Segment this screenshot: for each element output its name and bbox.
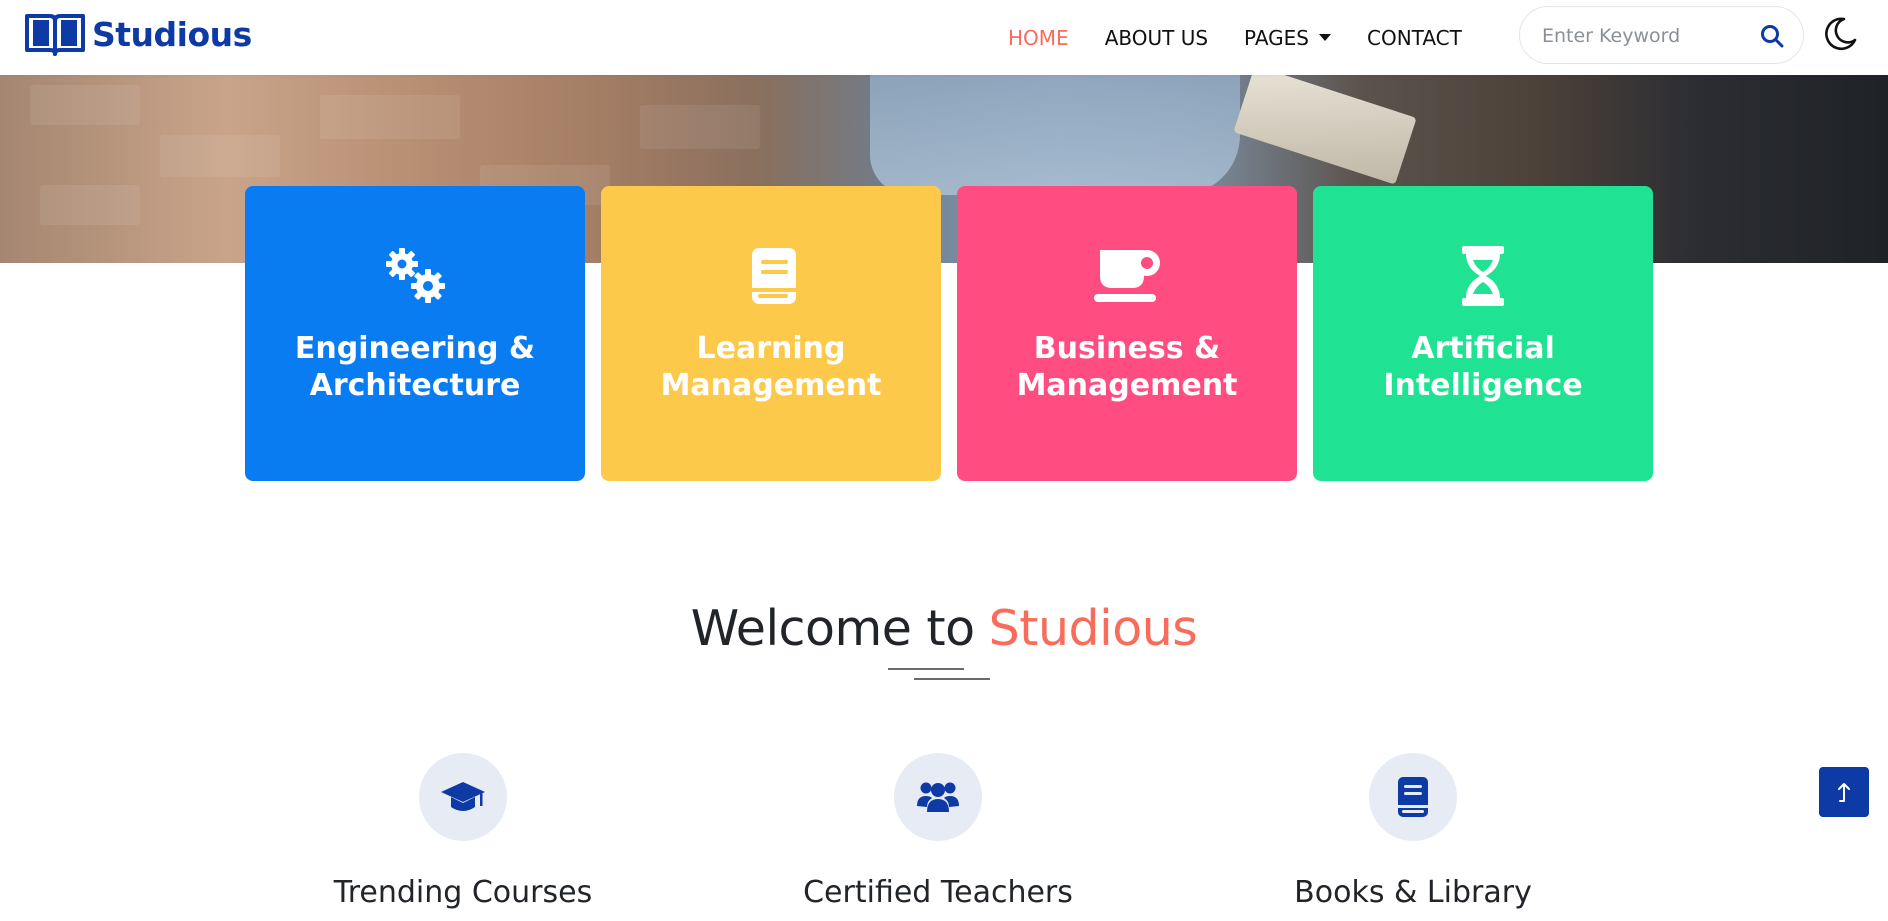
category-card-engineering[interactable]: Engineering & Architecture — [245, 186, 585, 481]
feature-title: Trending Courses — [333, 875, 593, 910]
hourglass-icon — [1462, 246, 1504, 306]
category-card-learning[interactable]: Learning Management — [601, 186, 941, 481]
feature-certified-teachers: Certified Teachers — [738, 753, 1138, 910]
nav-pages-label: PAGES — [1244, 25, 1309, 50]
welcome-underline-divider — [888, 668, 990, 682]
moon-icon[interactable] — [1822, 16, 1858, 52]
caret-down-icon — [1318, 34, 1331, 41]
category-title: Learning Management — [660, 331, 882, 403]
category-card-business[interactable]: Business & Management — [957, 186, 1297, 481]
book-icon — [1398, 777, 1428, 817]
category-card-ai[interactable]: Artificial Intelligence — [1313, 186, 1653, 481]
main-nav: HOME ABOUT US PAGES CONTACT — [1008, 0, 1498, 75]
feature-icon-circle — [894, 753, 982, 841]
category-title: Artificial Intelligence — [1383, 331, 1583, 403]
nav-contact[interactable]: CONTACT — [1367, 26, 1462, 50]
search-icon[interactable] — [1759, 23, 1785, 49]
welcome-heading: Welcome to Studious — [0, 600, 1888, 657]
book-icon — [752, 248, 796, 304]
search-box — [1519, 6, 1804, 64]
back-to-top-button[interactable] — [1819, 767, 1869, 817]
brand-name: Studious — [92, 14, 252, 54]
navbar: Studious HOME ABOUT US PAGES CONTACT — [0, 0, 1888, 75]
search-input[interactable] — [1540, 19, 1759, 53]
feature-title: Certified Teachers — [803, 875, 1073, 910]
feature-trending-courses: Trending Courses — [263, 753, 663, 910]
gears-icon — [386, 248, 445, 303]
nav-home[interactable]: HOME — [1008, 26, 1069, 50]
feature-icon-circle — [1369, 753, 1457, 841]
nav-pages-dropdown[interactable]: PAGES — [1244, 26, 1331, 50]
graduation-cap-icon — [441, 782, 485, 811]
welcome-highlight: Studious — [988, 600, 1198, 657]
category-title: Engineering & Architecture — [294, 331, 536, 403]
feature-books-library: Books & Library — [1213, 753, 1613, 910]
open-book-icon — [25, 14, 85, 56]
nav-about-us[interactable]: ABOUT US — [1105, 26, 1208, 50]
welcome-prefix: Welcome to — [690, 600, 975, 657]
category-cards: Engineering & Architecture Learning Mana… — [245, 186, 1655, 482]
arrow-up-icon — [1838, 783, 1850, 802]
feature-icon-circle — [419, 753, 507, 841]
feature-title: Books & Library — [1294, 875, 1532, 910]
brand-logo[interactable]: Studious — [24, 10, 252, 58]
category-title: Business & Management — [1016, 331, 1238, 403]
coffee-cup-icon — [1094, 250, 1160, 302]
users-icon — [917, 782, 959, 812]
